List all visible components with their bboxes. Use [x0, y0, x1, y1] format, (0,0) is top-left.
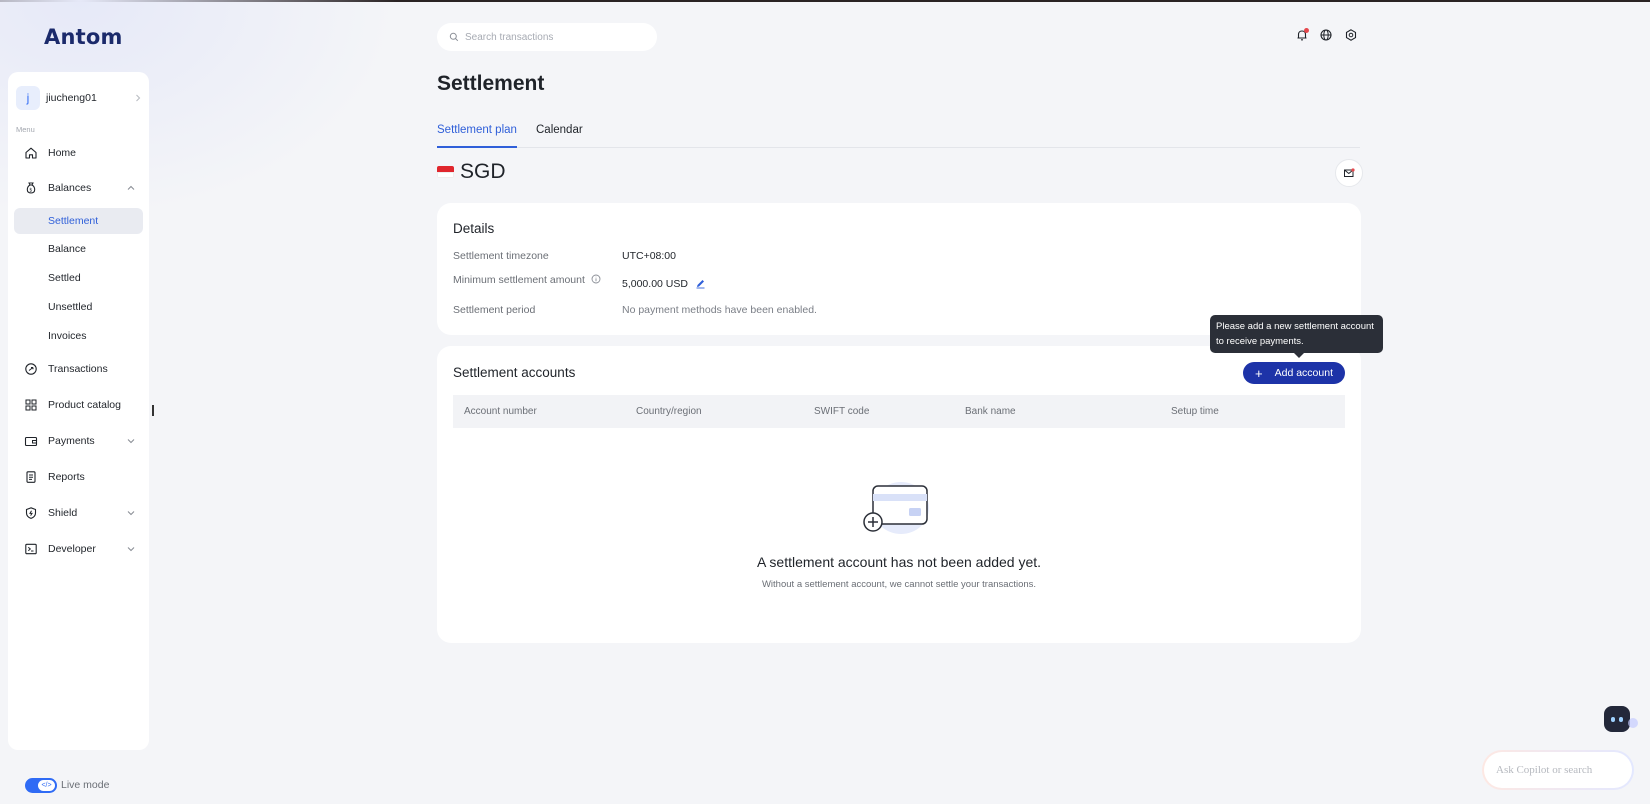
balances-icon: $	[24, 181, 38, 195]
search-icon	[449, 32, 459, 42]
accounts-table-header: Account number Country/region SWIFT code…	[453, 395, 1345, 428]
sidebar-item-label: Transactions	[48, 363, 108, 375]
sidebar-item-balance[interactable]: Balance	[14, 236, 143, 262]
account-name: jiucheng01	[46, 92, 97, 104]
home-icon	[24, 146, 38, 160]
mail-icon	[1344, 168, 1355, 177]
chevron-down-icon	[126, 508, 136, 518]
wallet-icon	[24, 434, 38, 448]
sidebar-item-label: Home	[48, 147, 77, 159]
bell-icon[interactable]	[1295, 28, 1309, 42]
settlement-accounts-title: Settlement accounts	[453, 365, 576, 380]
page-title: Settlement	[437, 72, 545, 95]
settlement-timezone-label: Settlement timezone	[453, 250, 549, 262]
sparkle-icon	[1628, 718, 1638, 728]
sidebar-item-payments[interactable]: Payments	[16, 428, 144, 454]
column-header: Bank name	[965, 406, 1016, 417]
globe-icon[interactable]	[1319, 28, 1333, 42]
column-header: SWIFT code	[814, 406, 870, 417]
add-account-tooltip: Please add a new settlement account to r…	[1210, 315, 1383, 358]
tab-calendar[interactable]: Calendar	[536, 124, 583, 148]
tab-settlement-plan[interactable]: Settlement plan	[437, 124, 517, 148]
notification-dot	[1304, 28, 1309, 33]
column-header: Account number	[464, 406, 537, 417]
sidebar-item-product-catalog[interactable]: Product catalog	[16, 392, 144, 418]
search-input[interactable]	[465, 31, 645, 43]
sidebar: j jiucheng01 Menu Home $ Balances Settle…	[8, 72, 149, 750]
empty-state-title: A settlement account has not been added …	[756, 554, 1042, 570]
svg-text:$: $	[29, 187, 32, 193]
copilot-input[interactable]: Ask Copilot or search	[1484, 752, 1632, 788]
sidebar-item-label: Payments	[48, 435, 95, 447]
minimum-amount-value: 5,000.00 USD	[622, 278, 688, 290]
tab-bar: Settlement plan Calendar	[437, 118, 1360, 148]
info-icon[interactable]	[591, 274, 601, 284]
singapore-flag-icon	[437, 166, 454, 178]
column-header: Setup time	[1171, 406, 1219, 417]
sidebar-item-settled[interactable]: Settled	[14, 265, 143, 291]
chevron-up-icon	[126, 183, 136, 193]
empty-state-subtitle: Without a settlement account, we cannot …	[761, 579, 1037, 590]
sidebar-item-shield[interactable]: Shield	[16, 500, 144, 526]
search-bar[interactable]	[437, 23, 657, 51]
menu-section-label: Menu	[16, 125, 35, 134]
sidebar-item-unsettled[interactable]: Unsettled	[14, 294, 143, 320]
terminal-icon	[24, 542, 38, 556]
sidebar-item-developer[interactable]: Developer	[16, 536, 144, 562]
sidebar-collapse-handle[interactable]	[152, 405, 154, 416]
shield-icon	[24, 506, 38, 520]
sidebar-item-label: Shield	[48, 507, 78, 519]
account-switcher[interactable]: j jiucheng01	[16, 85, 143, 111]
settlement-period-label: Settlement period	[453, 304, 536, 316]
settlement-period-value: No payment methods have been enabled.	[622, 304, 817, 316]
minimum-amount-label-wrap: Minimum settlement amount	[453, 274, 601, 286]
add-account-label: Add account	[1274, 367, 1333, 379]
sidebar-item-home[interactable]: Home	[16, 140, 144, 166]
settings-icon[interactable]	[1344, 28, 1358, 42]
copilot-bot-icon[interactable]	[1604, 706, 1630, 732]
copilot-search[interactable]: Ask Copilot or search	[1482, 750, 1634, 790]
plus-icon: +	[1255, 365, 1263, 381]
transactions-icon	[24, 362, 38, 376]
report-icon	[24, 470, 38, 484]
settlement-accounts-card: Settlement accounts + Add account Accoun…	[437, 346, 1361, 643]
minimum-amount-label: Minimum settlement amount	[453, 274, 585, 286]
sidebar-item-transactions[interactable]: Transactions	[16, 356, 144, 382]
sidebar-item-label: Product catalog	[48, 399, 121, 411]
column-header: Country/region	[636, 406, 702, 417]
details-title: Details	[453, 221, 495, 236]
antom-logo[interactable]: Antom	[44, 25, 123, 49]
sidebar-item-settlement[interactable]: Settlement	[14, 208, 143, 234]
code-icon: </>	[38, 780, 55, 791]
live-mode-toggle[interactable]: </>	[25, 778, 57, 793]
sidebar-item-reports[interactable]: Reports	[16, 464, 144, 490]
currency-header: SGD	[437, 160, 506, 184]
live-mode-label: Live mode	[61, 779, 110, 791]
chevron-down-icon	[126, 436, 136, 446]
edit-icon[interactable]	[695, 278, 706, 289]
currency-code: SGD	[460, 160, 506, 183]
chevron-down-icon	[126, 544, 136, 554]
add-account-button[interactable]: + Add account	[1243, 362, 1345, 384]
chevron-right-icon	[133, 93, 143, 103]
sidebar-item-label: Developer	[48, 543, 96, 555]
grid-icon	[24, 398, 38, 412]
email-settings-button[interactable]	[1335, 159, 1363, 187]
sidebar-item-label: Reports	[48, 471, 85, 483]
sidebar-item-invoices[interactable]: Invoices	[14, 323, 143, 349]
empty-card-illustration-icon	[863, 482, 929, 534]
avatar: j	[16, 86, 40, 110]
sidebar-item-label: Balances	[48, 182, 92, 194]
settlement-timezone-value: UTC+08:00	[622, 250, 676, 262]
sidebar-item-balances[interactable]: $ Balances	[16, 175, 144, 201]
